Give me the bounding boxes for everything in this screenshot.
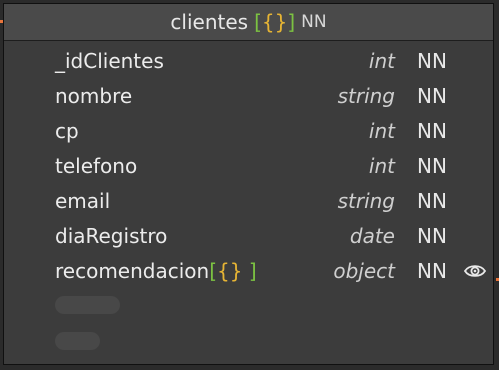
field-not-null-flag: NN [417,49,447,73]
field-type: date [349,224,395,248]
entity-name: clientes [170,10,249,34]
field-type: object [333,259,395,283]
collapsed-subfield-placeholder [55,296,120,314]
field-not-null-flag: NN [417,119,447,143]
field-type: string [337,189,395,213]
field-row-idclientes[interactable]: _idClientes int NN [4,43,493,79]
field-name: diaRegistro [55,224,168,248]
entity-not-null-flag: NN [301,12,327,32]
field-type: int [368,154,395,178]
field-type: int [368,119,395,143]
field-row-telefono[interactable]: telefono int NN [4,148,493,184]
field-name: _idClientes [55,49,164,73]
entity-type-indicator: [{}] [254,10,296,34]
field-name: cp [55,119,79,143]
field-name: recomendacion[{} ] [55,259,257,283]
entity-header[interactable]: clientes [{}] NN [4,4,493,41]
collapsed-subfield-placeholder [55,332,100,350]
field-not-null-flag: NN [417,224,447,248]
eye-icon[interactable] [464,262,486,280]
field-name: telefono [55,154,138,178]
field-row-diaregistro[interactable]: diaRegistro date NN [4,218,493,254]
field-name: email [55,189,111,213]
field-name: nombre [55,84,133,108]
field-row-cp[interactable]: cp int NN [4,113,493,149]
field-type: string [337,84,395,108]
field-row-email[interactable]: email string NN [4,183,493,219]
entity-box-clientes[interactable]: clientes [{}] NN _idClientes int NN nomb… [3,3,494,365]
field-not-null-flag: NN [417,154,447,178]
field-type: int [368,49,395,73]
field-not-null-flag: NN [417,259,447,283]
field-row-recomendacion[interactable]: recomendacion[{} ] object NN [4,253,493,289]
field-array-indicator: [{} ] [209,259,257,283]
field-row-nombre[interactable]: nombre string NN [4,78,493,114]
diagram-canvas[interactable]: clientes [{}] NN _idClientes int NN nomb… [0,0,499,370]
field-not-null-flag: NN [417,189,447,213]
field-not-null-flag: NN [417,84,447,108]
